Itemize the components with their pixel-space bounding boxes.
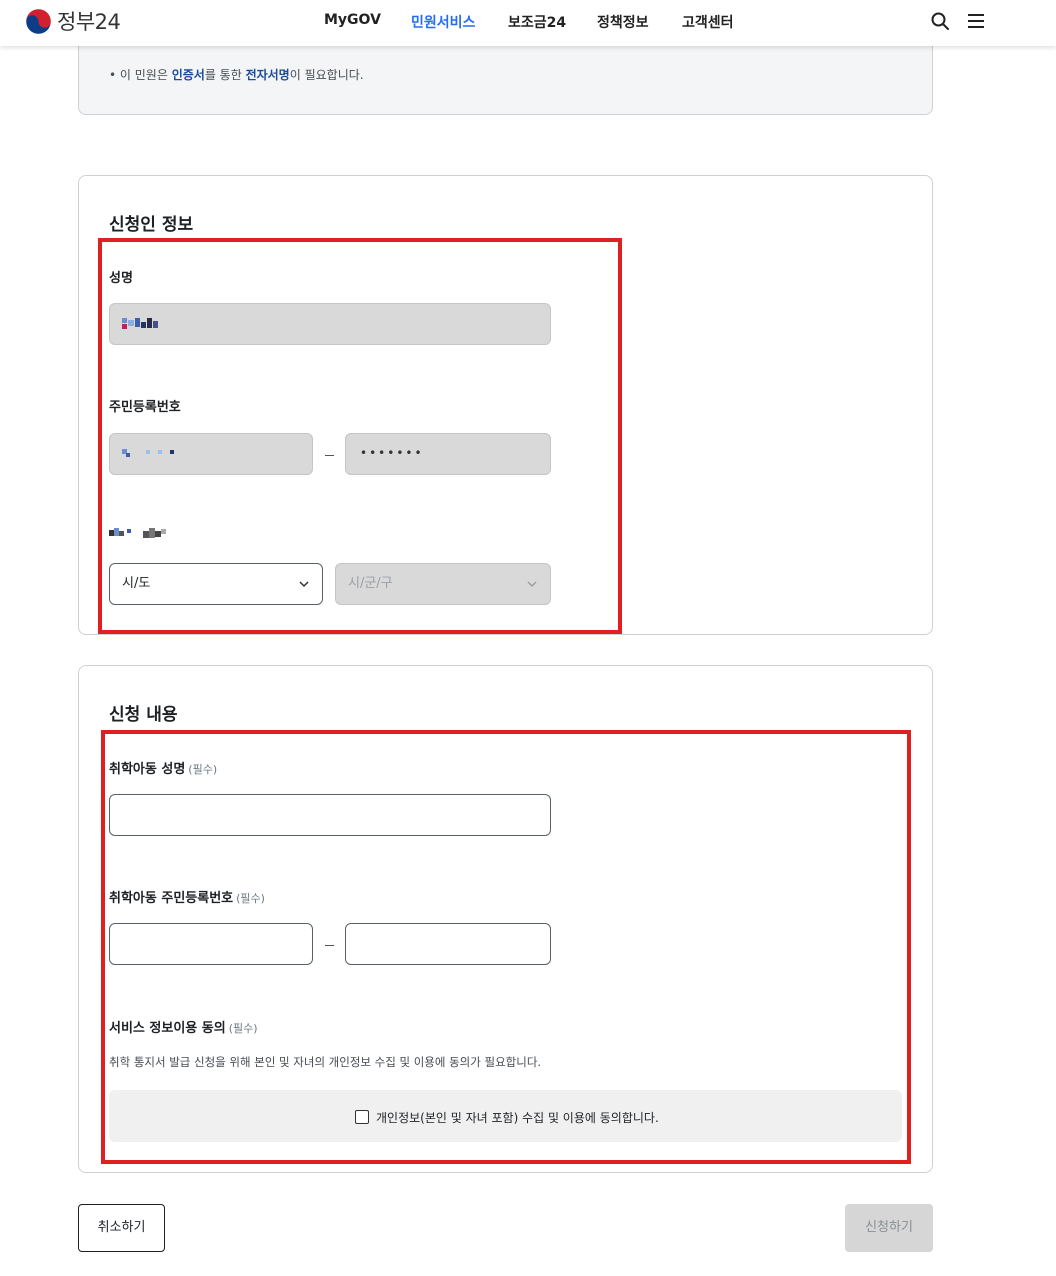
nav-customer-center[interactable]: 고객센터 (682, 12, 734, 32)
masked-rrn-back: ••••••• (360, 446, 424, 460)
site-logo[interactable]: 정부24 (25, 7, 121, 35)
required-mark: (필수) (228, 1022, 258, 1035)
cancel-button[interactable]: 취소하기 (78, 1204, 165, 1252)
applicant-name-label: 성명 (109, 271, 133, 286)
applicant-name-field (109, 303, 551, 345)
certificate-link: 인증서 (171, 68, 205, 82)
applicant-rrn-label: 주민등록번호 (109, 400, 181, 415)
child-name-label: 취학아동 성명 (필수) (109, 762, 218, 777)
nav-subsidy24[interactable]: 보조금24 (508, 12, 566, 32)
child-name-input[interactable] (109, 794, 551, 836)
signature-notice-box: • 이 민원은 인증서를 통한 전자서명이 필요합니다. (78, 40, 933, 115)
child-rrn-back-input[interactable] (345, 923, 551, 965)
submit-button[interactable]: 신청하기 (845, 1204, 933, 1252)
sigungu-select-value: 시/군/구 (348, 576, 393, 591)
site-header: 정부24 MyGOV 민원서비스 보조금24 정책정보 고객센터 (0, 0, 1056, 46)
request-content-card: 신청 내용 취학아동 성명 (필수) 취학아동 주민등록번호 (필수) 서비스 정보… (78, 665, 933, 1173)
blurred-rrn-front-value (122, 449, 174, 457)
sigungu-select: 시/군/구 (335, 563, 551, 605)
logo-text: 정부24 (57, 10, 121, 34)
child-rrn-front-input[interactable] (109, 923, 313, 965)
child-rrn-label: 취학아동 주민등록번호 (필수) (109, 891, 265, 906)
applicant-rrn-front-field (109, 433, 313, 475)
consent-help-text: 취학 통지서 발급 신청을 위해 본인 및 자녀의 개인정보 수집 및 이용에 … (109, 1055, 542, 1069)
consent-checkbox[interactable] (355, 1110, 369, 1124)
applicant-info-card: 신청인 정보 성명 주민등록번호 ••••••• 시/도 시/군/구 (78, 175, 933, 635)
service-consent-label: 서비스 정보이용 동의 (필수) (109, 1021, 258, 1036)
nav-policy-info[interactable]: 정책정보 (597, 12, 649, 32)
sido-select-value: 시/도 (122, 576, 151, 591)
nav-civil-service[interactable]: 민원서비스 (411, 12, 475, 32)
chevron-down-icon (299, 581, 309, 588)
search-icon[interactable] (930, 11, 950, 31)
signature-notice: • 이 민원은 인증서를 통한 전자서명이 필요합니다. (109, 68, 364, 82)
menu-icon[interactable] (966, 11, 986, 31)
applicant-rrn-back-field: ••••••• (345, 433, 551, 475)
rrn-separator (325, 945, 334, 946)
required-mark: (필수) (236, 892, 265, 905)
consent-agree-box[interactable]: 개인정보(본인 및 자녀 포함) 수집 및 이용에 동의합니다. (109, 1090, 902, 1142)
blurred-name-value (122, 318, 158, 329)
blurred-address-label (109, 528, 166, 538)
applicant-info-title: 신청인 정보 (109, 215, 194, 235)
rrn-separator (325, 455, 334, 456)
taegeuk-emblem-icon (25, 8, 52, 34)
chevron-down-icon (527, 581, 537, 588)
required-mark: (필수) (188, 763, 218, 776)
consent-checkbox-label[interactable]: 개인정보(본인 및 자녀 포함) 수집 및 이용에 동의합니다. (376, 1109, 659, 1126)
request-content-title: 신청 내용 (109, 705, 178, 725)
digital-signature-link: 전자서명 (245, 68, 290, 82)
nav-mygov[interactable]: MyGOV (324, 12, 381, 28)
sido-select[interactable]: 시/도 (109, 563, 323, 605)
